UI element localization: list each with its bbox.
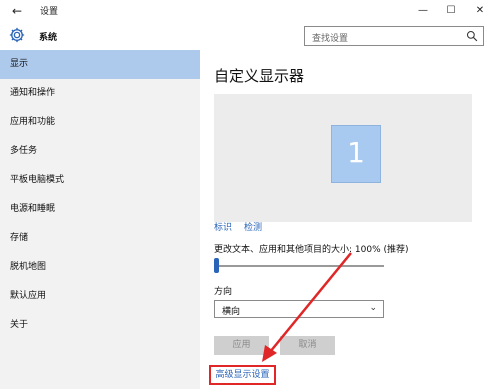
sidebar-item-notifications[interactable]: 通知和操作 [0,79,200,108]
maximize-button[interactable]: ☐ [441,2,461,20]
orientation-value: 横向 [222,307,241,317]
monitor-tile[interactable]: 1 [331,125,381,183]
back-arrow-icon[interactable]: ← [9,3,25,19]
gear-icon [9,27,25,43]
sidebar-item-tablet-mode[interactable]: 平板电脑模式 [0,166,200,195]
scale-slider-thumb[interactable] [214,258,219,273]
sidebar-item-display[interactable]: 显示 [0,50,200,79]
advanced-display-settings-link[interactable]: 高级显示设置 [209,365,276,385]
title-bar: ← 设置 — ☐ ✕ [0,0,498,22]
minimize-button[interactable]: — [413,2,433,20]
sidebar-item-multitasking[interactable]: 多任务 [0,137,200,166]
section-title: 系统 [39,33,58,43]
page-title: 自定义显示器 [214,67,305,85]
sidebar-item-default-apps[interactable]: 默认应用 [0,282,200,311]
window-title: 设置 [40,7,59,17]
apply-button[interactable]: 应用 [214,336,269,355]
settings-window: ← 设置 — ☐ ✕ 系统 查找设置 显示 通知和操作 应用和功能 多任务 平板… [0,0,498,389]
detect-link[interactable]: 检测 [244,220,262,233]
search-icon[interactable] [466,30,478,42]
identify-link[interactable]: 标识 [214,220,232,233]
scale-label: 更改文本、应用和其他项目的大小: 100% (推荐) [214,245,409,255]
sidebar-item-apps[interactable]: 应用和功能 [0,108,200,137]
close-button[interactable]: ✕ [470,2,490,20]
search-input[interactable]: 查找设置 [304,26,484,46]
sidebar: 显示 通知和操作 应用和功能 多任务 平板电脑模式 电源和睡眠 存储 脱机地图 … [0,50,200,389]
orientation-label: 方向 [214,287,233,297]
chevron-down-icon: ⌄ [369,303,377,313]
scale-slider-track[interactable] [214,265,384,267]
sidebar-item-storage[interactable]: 存储 [0,224,200,253]
sidebar-item-offline-maps[interactable]: 脱机地图 [0,253,200,282]
cancel-button[interactable]: 取消 [280,336,335,355]
sidebar-item-power-sleep[interactable]: 电源和睡眠 [0,195,200,224]
monitor-arrangement-area: 1 [214,94,472,222]
search-placeholder: 查找设置 [312,34,349,44]
orientation-select[interactable]: 横向 ⌄ [214,300,384,318]
monitor-number: 1 [347,136,365,169]
sidebar-item-about[interactable]: 关于 [0,311,200,340]
settings-header: 系统 查找设置 [0,22,498,50]
display-settings-panel: 自定义显示器 1 标识 检测 更改文本、应用和其他项目的大小: 100% (推荐… [200,50,498,389]
